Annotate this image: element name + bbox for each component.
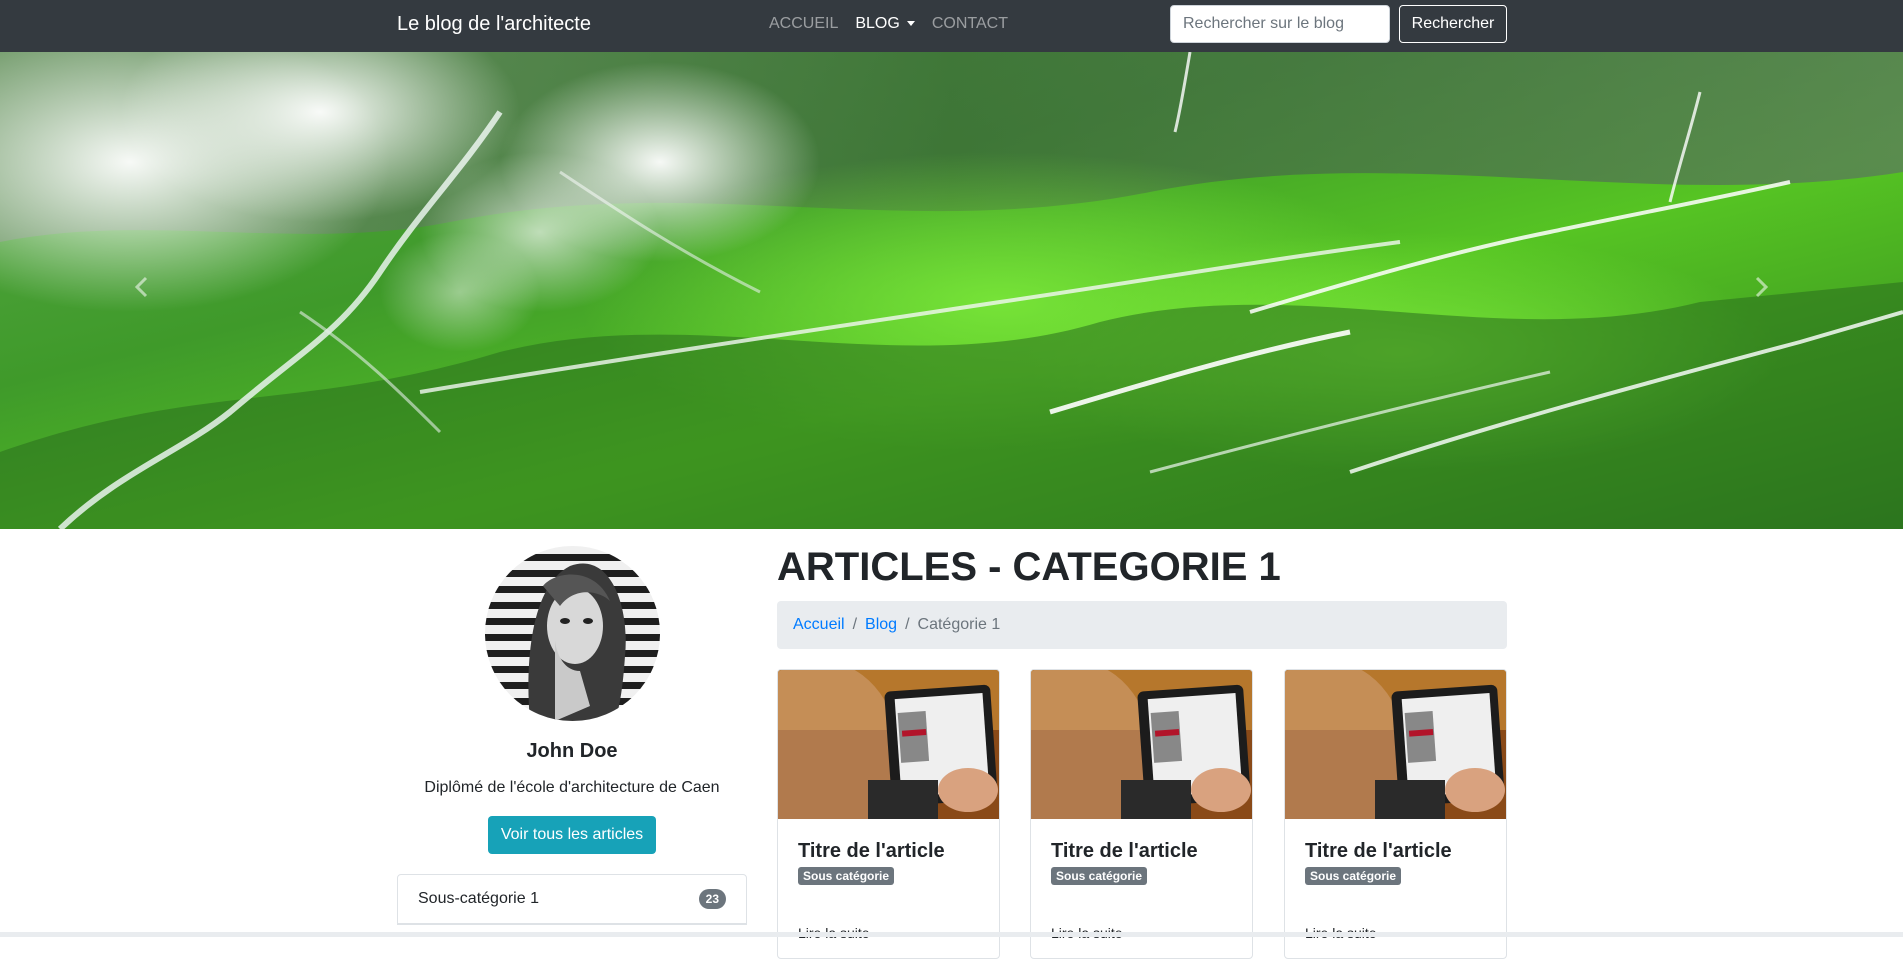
- breadcrumb-link-blog[interactable]: Blog: [865, 616, 897, 634]
- count-badge: 23: [698, 889, 726, 909]
- search-button[interactable]: Rechercher: [1399, 5, 1507, 43]
- nav-item-label: BLOG: [855, 15, 900, 32]
- article-thumbnail: [1031, 670, 1252, 819]
- avatar: [485, 546, 660, 721]
- article-thumbnail: [1285, 670, 1506, 819]
- profile-photo: [485, 546, 660, 721]
- chevron-right-icon: [1755, 276, 1769, 298]
- nav-item-accueil[interactable]: ACCUEIL: [769, 14, 838, 34]
- article-card[interactable]: Titre de l'article Sous catégorie Lire l…: [1030, 669, 1253, 959]
- subcategory-badge: Sous catégorie: [1051, 867, 1148, 885]
- carousel-next-button[interactable]: [1742, 267, 1782, 307]
- horizontal-scrollbar[interactable]: [0, 932, 1903, 937]
- list-item[interactable]: Sous-catégorie 1 23: [398, 875, 746, 924]
- main-nav: ACCUEIL BLOG CONTACT: [769, 14, 1025, 34]
- search-input[interactable]: [1170, 5, 1390, 43]
- caret-down-icon: [906, 20, 915, 26]
- article-card[interactable]: Titre de l'article Sous catégorie Lire l…: [777, 669, 1000, 959]
- nav-item-label: CONTACT: [931, 15, 1008, 32]
- nav-item-label: ACCUEIL: [769, 15, 839, 32]
- breadcrumb-link-accueil[interactable]: Accueil: [793, 616, 845, 634]
- article-thumbnail: [778, 670, 999, 819]
- subcategory-badge: Sous catégorie: [1305, 867, 1402, 885]
- article-card[interactable]: Titre de l'article Sous catégorie Lire l…: [1284, 669, 1507, 959]
- subcategory-label: Sous-catégorie 1: [418, 890, 539, 907]
- hero-landscape-image: [0, 52, 1903, 529]
- site-brand[interactable]: Le blog de l'architecte: [397, 12, 591, 36]
- carousel-prev-button[interactable]: [121, 267, 161, 307]
- breadcrumb-separator: /: [905, 616, 910, 633]
- breadcrumb-current: Catégorie 1: [917, 616, 1001, 633]
- subcategory-badge: Sous catégorie: [798, 867, 895, 885]
- article-title[interactable]: Titre de l'article: [798, 839, 945, 863]
- nav-item-blog[interactable]: BLOG: [855, 14, 915, 34]
- breadcrumb: Accueil / Blog / Catégorie 1: [777, 601, 1507, 649]
- breadcrumb-separator: /: [852, 616, 858, 633]
- article-title[interactable]: Titre de l'article: [1305, 839, 1452, 863]
- profile-name: John Doe: [526, 740, 618, 762]
- nav-item-contact[interactable]: CONTACT: [932, 14, 1008, 34]
- page-title: ARTICLES - CATEGORIE 1: [777, 545, 1281, 589]
- top-navbar: Le blog de l'architecte ACCUEIL BLOG CON…: [0, 0, 1903, 52]
- view-all-articles-button[interactable]: Voir tous les articles: [488, 816, 656, 854]
- hero-carousel: [0, 52, 1903, 529]
- chevron-left-icon: [134, 276, 148, 298]
- subcategory-list: Sous-catégorie 1 23: [397, 874, 747, 925]
- article-title[interactable]: Titre de l'article: [1051, 839, 1198, 863]
- profile-description: Diplômé de l'école d'architecture de Cae…: [424, 779, 720, 796]
